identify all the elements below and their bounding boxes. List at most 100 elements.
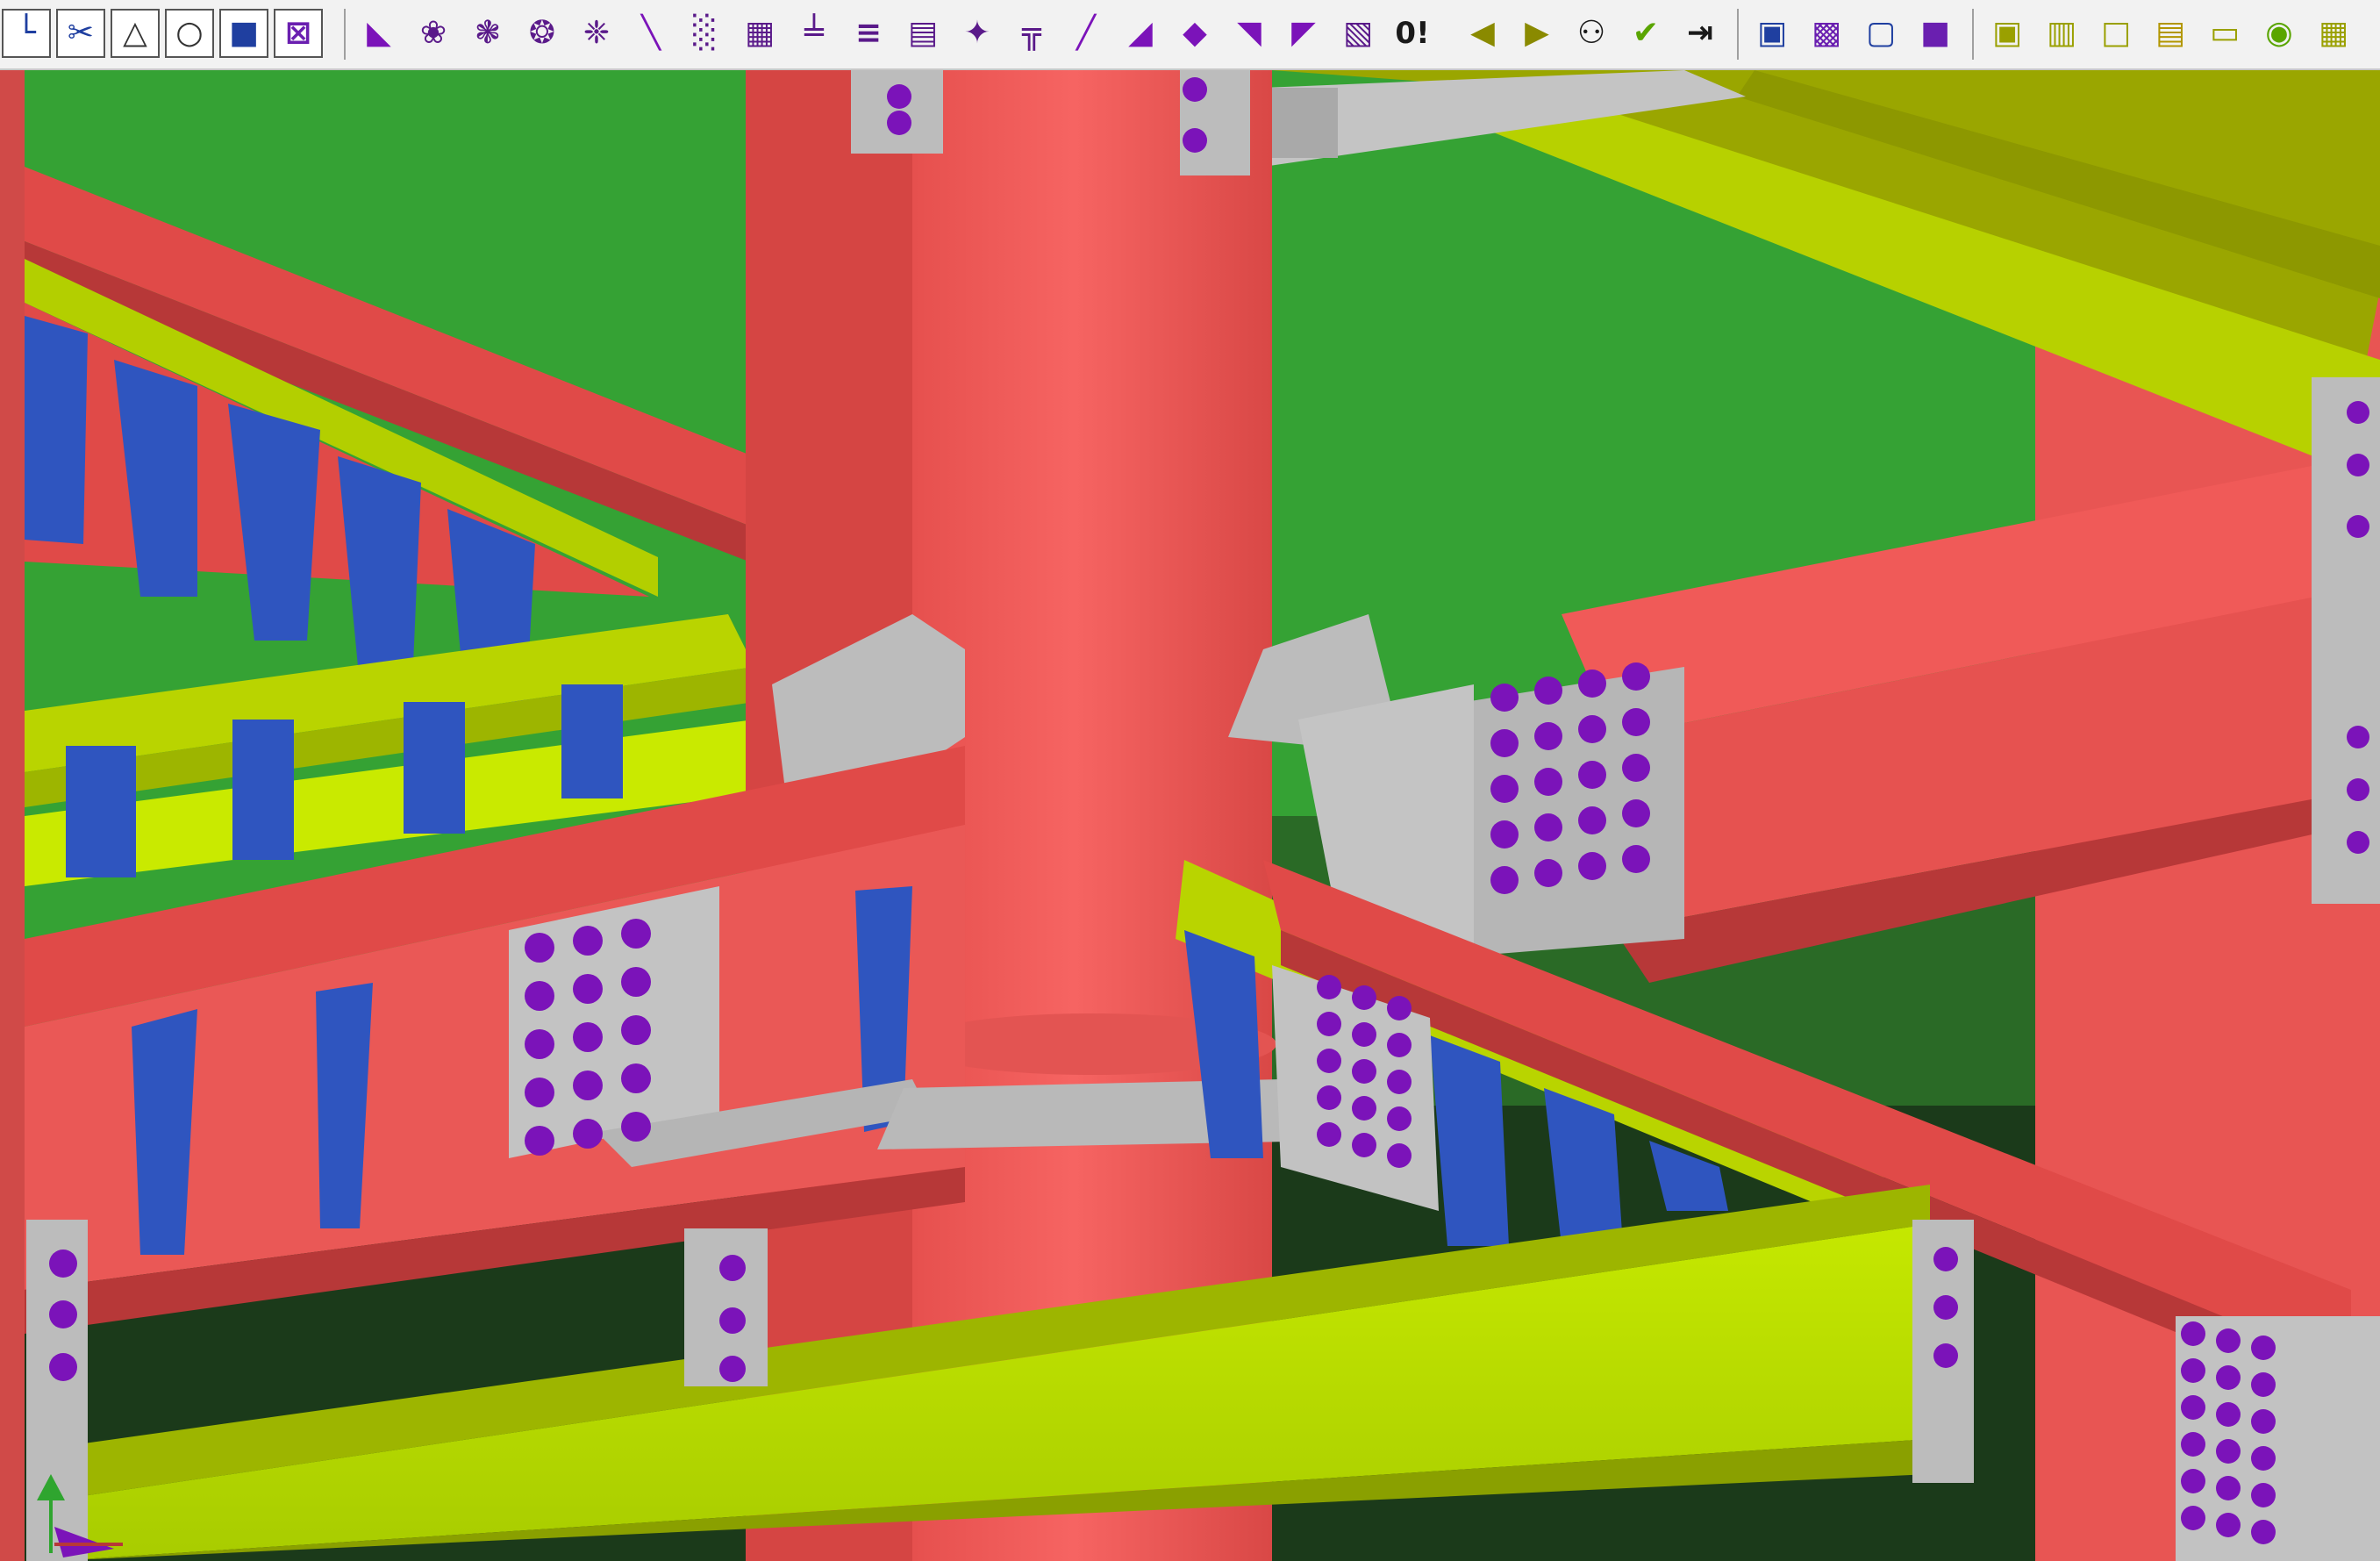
cage-icon: ▤ — [907, 15, 938, 51]
overflow-icon: ▦ — [2318, 15, 2348, 51]
bolt — [1352, 1059, 1376, 1084]
circle-button[interactable]: ○ — [165, 9, 214, 58]
hole-button[interactable]: ❂ — [518, 9, 567, 58]
bolt — [1387, 1106, 1412, 1131]
stair-stringer-button[interactable]: ╧ — [790, 9, 839, 58]
column-left-edge — [0, 70, 25, 1561]
folded-plate-button[interactable]: ▧ — [1333, 9, 1383, 58]
detail-button[interactable]: ◉ — [2255, 9, 2304, 58]
gusset-button[interactable]: ◤ — [1279, 9, 1328, 58]
arrow-into-bar-button[interactable]: ⇥ — [1676, 9, 1725, 58]
bracing-button[interactable]: ◢ — [1116, 9, 1165, 58]
bolt — [525, 981, 554, 1011]
beam-series-icon: ░ — [693, 15, 718, 51]
cad-application-window: └ ✂ △ ○ ■ ⊠ ◣ ❀ ❃ ❂ ❈ ╲ ░ ▦ ╧ ≡ ▤ ✦ ╦ ╱ ◢ ◆ ◥ ◤ ▧ 0! ◀ ▶ ⚇ ✔ ⇥ ▣ ▩ ▢ ■ ▣ ▥ □ ▤… — [0, 0, 2380, 1561]
weld-icon: ❀ — [419, 15, 447, 51]
bolt — [2216, 1402, 2241, 1427]
toolbar-separator — [1737, 9, 1739, 60]
view-box-button[interactable]: ▣ — [1747, 9, 1797, 58]
stair-stringer-icon: ╧ — [804, 15, 824, 51]
solid-view-button[interactable]: ■ — [1911, 9, 1960, 58]
zoom-extents-button[interactable]: ▢ — [1856, 9, 1905, 58]
bolt — [573, 1071, 603, 1100]
column-splice-plate-far-right — [2312, 377, 2380, 904]
solid-view-icon: ■ — [1919, 15, 1950, 51]
connection-bottom-right — [2176, 1316, 2380, 1561]
purlin-button[interactable]: ╱ — [1061, 9, 1111, 58]
bent-plate-button[interactable]: ◣ — [354, 9, 404, 58]
model-viewport-3d[interactable] — [0, 70, 2380, 1561]
bolt — [1622, 799, 1650, 827]
bolt — [2251, 1372, 2276, 1397]
grid-select-button[interactable]: ⊠ — [274, 9, 323, 58]
bolt — [1578, 670, 1606, 698]
bolt — [525, 1078, 554, 1107]
anchor-button[interactable]: ❈ — [572, 9, 621, 58]
bolt-group-button[interactable]: ❃ — [463, 9, 512, 58]
bracing-icon: ◢ — [1128, 15, 1153, 51]
detail-icon: ◉ — [2265, 15, 2293, 51]
binoculars-icon: ⚇ — [1576, 15, 1606, 51]
ladder-button[interactable]: ≡ — [844, 9, 893, 58]
numbering-button[interactable]: 0! — [1388, 9, 1437, 58]
panel-button[interactable]: ▭ — [2200, 9, 2249, 58]
drawing-button[interactable]: ▣ — [1983, 9, 2032, 58]
layers-button[interactable]: ▩ — [1802, 9, 1851, 58]
binoculars-button[interactable]: ⚇ — [1567, 9, 1616, 58]
main-toolbar: └ ✂ △ ○ ■ ⊠ ◣ ❀ ❃ ❂ ❈ ╲ ░ ▦ ╧ ≡ ▤ ✦ ╦ ╱ ◢ ◆ ◥ ◤ ▧ 0! ◀ ▶ ⚇ ✔ ⇥ ▣ ▩ ▢ ■ ▣ ▥ □ ▤… — [0, 0, 2380, 70]
triangle-button[interactable]: △ — [111, 9, 160, 58]
bolt — [1578, 806, 1606, 834]
bolt — [1387, 1033, 1412, 1057]
end-plate-icon: ◥ — [1237, 15, 1261, 51]
bolt — [573, 926, 603, 956]
gusset-icon: ◤ — [1291, 15, 1316, 51]
bolt — [621, 1112, 651, 1142]
bolt — [2216, 1439, 2241, 1464]
bolt — [621, 967, 651, 997]
line-tool-icon: ╲ — [641, 15, 661, 51]
plate-cut-button[interactable]: ◆ — [1170, 9, 1219, 58]
ucs-icon: └ — [17, 15, 36, 51]
bolt — [2181, 1506, 2205, 1530]
portal-button[interactable]: ╦ — [1007, 9, 1056, 58]
bolt-group-icon: ❃ — [474, 15, 502, 51]
bolt — [1352, 1022, 1376, 1047]
bent-plate-icon: ◣ — [367, 15, 391, 51]
bolt — [1534, 813, 1562, 841]
grating-icon: ▦ — [744, 15, 775, 51]
bolt — [2216, 1476, 2241, 1500]
end-plate-button[interactable]: ◥ — [1225, 9, 1274, 58]
bolt — [2181, 1358, 2205, 1383]
bolt — [2216, 1328, 2241, 1353]
cage-button[interactable]: ▤ — [898, 9, 947, 58]
frame-button[interactable]: ✦ — [953, 9, 1002, 58]
grating-button[interactable]: ▦ — [735, 9, 784, 58]
bolt — [573, 974, 603, 1004]
beam-series-button[interactable]: ░ — [681, 9, 730, 58]
bolt — [2181, 1321, 2205, 1346]
bolt — [573, 1022, 603, 1052]
panel-icon: ▭ — [2209, 15, 2240, 51]
anchor-icon: ❈ — [582, 15, 611, 51]
weld-button[interactable]: ❀ — [409, 9, 458, 58]
purlin-icon: ╱ — [1076, 15, 1096, 51]
previous-arrow-button[interactable]: ◀ — [1458, 9, 1507, 58]
list-button[interactable]: ▤ — [2146, 9, 2195, 58]
bolt — [2216, 1365, 2241, 1390]
next-arrow-button[interactable]: ▶ — [1512, 9, 1562, 58]
bolt — [1534, 677, 1562, 705]
square-button[interactable]: ■ — [219, 9, 268, 58]
bolt — [1387, 1143, 1412, 1168]
single-sheet-button[interactable]: □ — [2091, 9, 2141, 58]
bolt — [1534, 722, 1562, 750]
sheet-set-button[interactable]: ▥ — [2037, 9, 2086, 58]
scissors-button[interactable]: ✂ — [56, 9, 105, 58]
bolt — [2181, 1469, 2205, 1493]
bolt — [621, 919, 651, 949]
plate-cut-icon: ◆ — [1183, 15, 1207, 51]
overflow-button[interactable]: ▦ — [2309, 9, 2358, 58]
ucs-button[interactable]: └ — [2, 9, 51, 58]
check-button[interactable]: ✔ — [1621, 9, 1670, 58]
bolt — [1490, 684, 1519, 712]
line-tool-button[interactable]: ╲ — [626, 9, 675, 58]
